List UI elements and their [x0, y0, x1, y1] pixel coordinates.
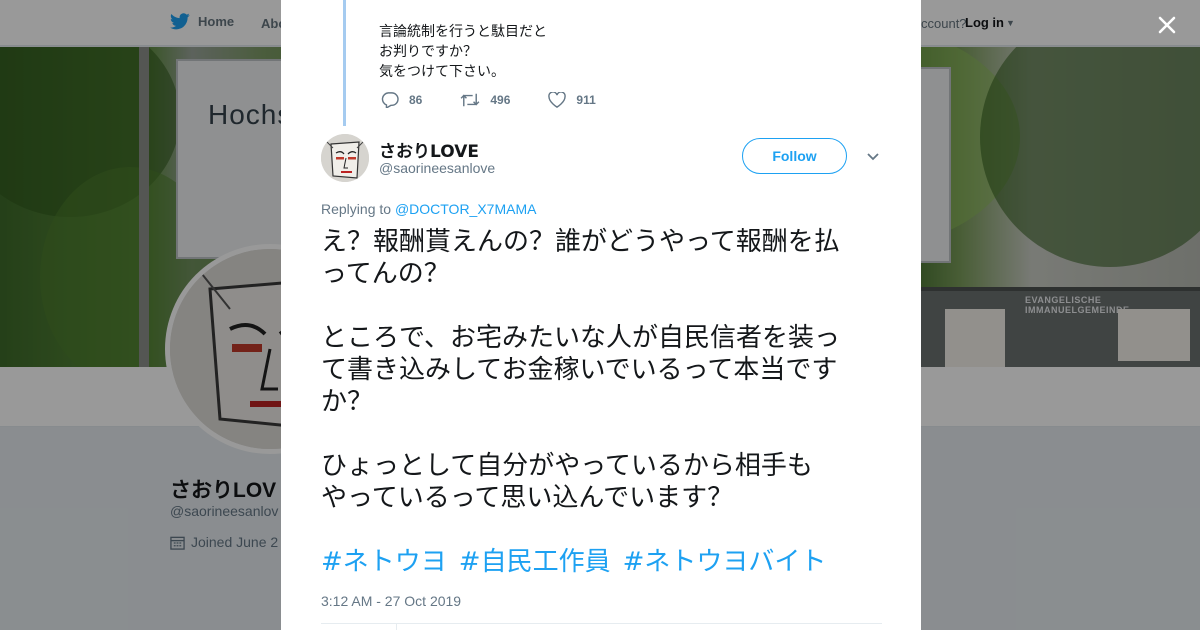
tweet-line: やっているって思い込んでいます？ — [321, 483, 734, 513]
tweet-modal: 言論統制を行うと駄目だと お判りですか？ 気をつけて下さい。 86 496 91… — [281, 0, 921, 630]
author-avatar[interactable] — [321, 134, 369, 182]
retweet-icon — [460, 93, 480, 107]
replying-to: Replying to @DOCTOR_X7MAMA — [321, 201, 536, 217]
reply-icon — [381, 92, 399, 108]
retweet-count: 496 — [490, 93, 511, 107]
author-name[interactable]: さおりLOVE — [379, 137, 479, 162]
tweet-line: ってんの？ — [321, 259, 450, 289]
tweet-line: ひょっとして自分がやっているから相手も — [321, 451, 813, 481]
retweet-button[interactable]: 496 — [460, 92, 510, 108]
like-icon — [548, 92, 567, 108]
tweet-line: ところで、お宅みたいな人が自民信者を装っ — [321, 323, 840, 353]
hashtag-link[interactable]: #ネトウヨ — [321, 545, 447, 579]
parent-tweet-line: 気をつけて下さい。 — [379, 64, 505, 80]
tweet-hashtags: #ネトウヨ #自民工作員 #ネトウヨバイト — [321, 545, 826, 579]
tweet-line: か？ — [321, 387, 374, 417]
divider — [321, 623, 882, 624]
tweet-text: え？報酬貰えんの？誰がどうやって報酬を払 ってんの？ ところで、お宅みたいな人が… — [321, 226, 886, 514]
divider — [396, 624, 397, 630]
thread-line — [343, 0, 346, 126]
tweet-line: え？報酬貰えんの？誰がどうやって報酬を払 — [321, 227, 840, 257]
hashtag-link[interactable]: #自民工作員 — [459, 545, 611, 579]
replying-to-prefix: Replying to — [321, 201, 392, 217]
parent-tweet-line: お判りですか？ — [379, 44, 477, 60]
reply-button[interactable]: 86 — [381, 92, 422, 108]
reply-count: 86 — [409, 93, 423, 107]
parent-tweet-text: 言論統制を行うと駄目だと お判りですか？ 気をつけて下さい。 — [379, 22, 547, 82]
parent-tweet-actions: 86 496 911 — [381, 92, 634, 108]
parent-tweet-line: 言論統制を行うと駄目だと — [379, 24, 547, 40]
follow-button[interactable]: Follow — [742, 138, 847, 174]
tweet-timestamp[interactable]: 3:12 AM - 27 Oct 2019 — [321, 593, 461, 609]
like-count: 911 — [576, 93, 596, 107]
close-icon[interactable] — [1150, 8, 1184, 42]
like-button[interactable]: 911 — [548, 92, 596, 108]
tweet-line: て書き込みしてお金稼いでいるって本当です — [321, 355, 838, 385]
replying-to-mention[interactable]: @DOCTOR_X7MAMA — [395, 201, 537, 217]
chevron-down-icon[interactable] — [865, 150, 881, 164]
hashtag-link[interactable]: #ネトウヨバイト — [623, 545, 827, 579]
author-handle[interactable]: @saorineesanlove — [379, 160, 495, 176]
